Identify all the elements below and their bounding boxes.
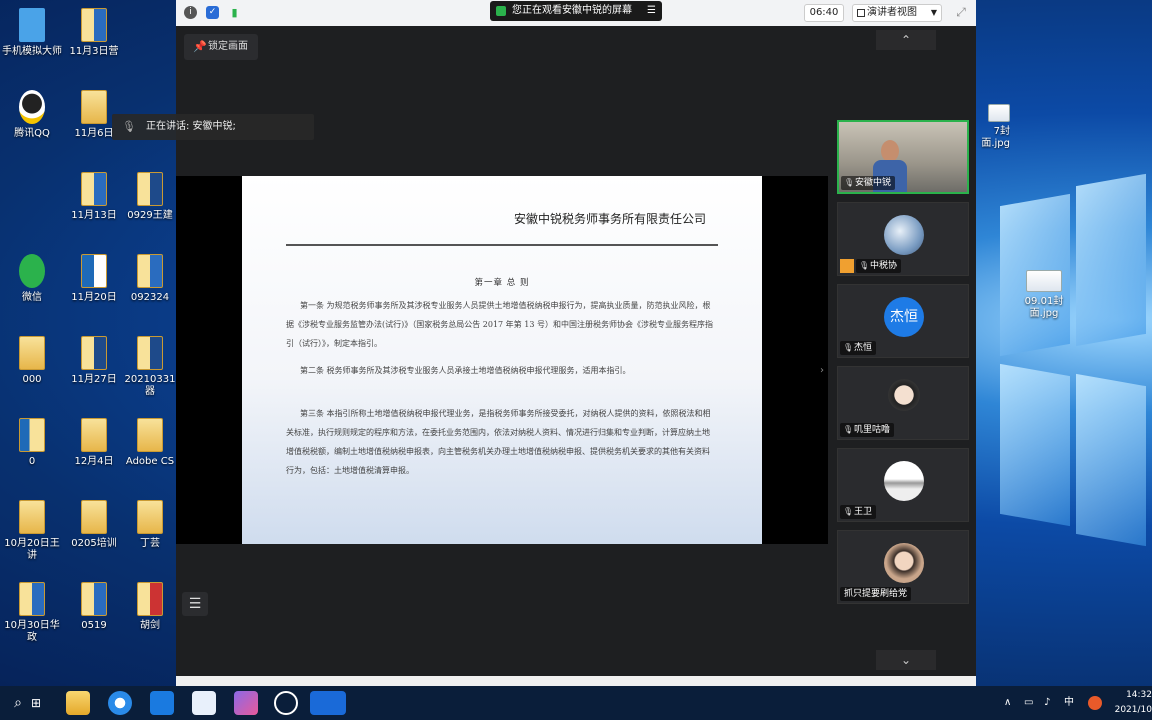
menu-icon[interactable]: ☰	[647, 1, 656, 21]
desktop-icon[interactable]: 000	[0, 336, 64, 386]
mic-icon: 🎙	[859, 261, 870, 270]
avatar	[884, 215, 924, 255]
app-icon[interactable]	[274, 691, 298, 715]
desktop-icon[interactable]: Adobe CS	[124, 418, 176, 468]
browser-icon[interactable]	[108, 691, 132, 715]
desktop-icon[interactable]: 腾讯QQ	[0, 90, 64, 140]
participant-tile[interactable]: 杰恒 🎙 杰恒	[837, 284, 969, 358]
ime-indicator[interactable]: 中	[1064, 695, 1074, 711]
desktop-icon[interactable]: 09.01封面.jpg	[1014, 270, 1074, 320]
screen-share-banner[interactable]: 您正在观看安徽中锐的屏幕 ☰	[490, 1, 662, 21]
meeting-app-icon[interactable]	[310, 691, 346, 715]
fullscreen-icon[interactable]: ⤢	[954, 5, 968, 19]
info-icon[interactable]: i	[184, 6, 197, 19]
avatar	[884, 543, 924, 583]
app-icon[interactable]	[150, 691, 174, 715]
avatar	[881, 140, 899, 162]
chevron-right-icon[interactable]: ›	[820, 351, 828, 391]
desktop-icon[interactable]: 0519	[62, 582, 126, 632]
view-mode-dropdown[interactable]: 演讲者视图 ▼	[852, 4, 942, 22]
desktop-icon[interactable]: 手机模拟大师	[0, 8, 64, 58]
document-slide: 安徽中锐税务师事务所有限责任公司 第一章 总 则 第一条 为规范税务师事务所及其…	[242, 176, 762, 544]
desktop-icon[interactable]: 11月13日	[62, 172, 126, 222]
mic-icon: 🎙	[844, 178, 855, 187]
share-indicator-icon	[496, 6, 506, 16]
signal-icon[interactable]: ▮	[228, 6, 241, 19]
desktop-icon[interactable]: 胡剑	[124, 582, 176, 632]
windows-logo-pane	[1000, 363, 1070, 527]
app-icon[interactable]	[192, 691, 216, 715]
participant-label: 🎙 安徽中锐	[841, 176, 896, 190]
participant-tile[interactable]: 🎙 中税协	[837, 202, 969, 276]
desktop-icon[interactable]: 11月20日	[62, 254, 126, 304]
app-icon[interactable]	[234, 691, 258, 715]
divider	[286, 244, 718, 246]
desktop-icon[interactable]: 微信	[0, 254, 64, 304]
participant-tile[interactable]: 抓只提要刷给党	[837, 530, 969, 604]
meeting-toolbar: i ✓ ▮ 您正在观看安徽中锐的屏幕 ☰ 06:40 演讲者视图 ▼ ⤢	[176, 0, 976, 26]
paragraph: 第二条 税务师事务所及其涉税专业服务人员承接土地增值税纳税申报代理服务，适用本指…	[300, 366, 631, 375]
participant-tile[interactable]: 🎙 王卫	[837, 448, 969, 522]
shared-screen: 安徽中锐税务师事务所有限责任公司 第一章 总 则 第一条 为规范税务师事务所及其…	[176, 176, 828, 544]
volume-icon[interactable]: ♪	[1044, 695, 1050, 711]
avatar-badge-icon	[840, 259, 854, 273]
task-view-icon[interactable]: ⊞	[24, 691, 48, 715]
file-explorer-icon[interactable]	[66, 691, 90, 715]
battery-icon[interactable]: ▭	[1024, 695, 1033, 711]
desktop-icon[interactable]: 11月3日营	[62, 8, 126, 58]
mic-icon: 🎙	[843, 343, 854, 352]
desktop-icon[interactable]: 20210331 器	[124, 336, 176, 398]
participant-panel: › ⌃ 🎙 安徽中锐 🎙 中税协 杰恒 🎙 杰恒 🎙 叽里咕噜 🎙 王卫 抓只提…	[820, 26, 976, 676]
desktop-icon[interactable]: 7封面.jpg	[970, 104, 1010, 150]
grid-icon	[857, 9, 865, 17]
wechat-icon	[19, 254, 45, 288]
company-name: 安徽中锐税务师事务所有限责任公司	[513, 212, 706, 226]
participant-label: 🎙 叽里咕噜	[840, 423, 895, 437]
windows-logo-pane	[1076, 173, 1146, 347]
meeting-timer: 06:40	[804, 4, 844, 22]
desktop-icon[interactable]: 丁芸	[124, 500, 176, 550]
avatar	[884, 461, 924, 501]
paragraph: 第一条 为规范税务师事务所及其涉税专业服务人员提供土地增值税纳税申报行为，提高执…	[286, 301, 713, 348]
chevron-up-icon[interactable]: ⌃	[876, 30, 936, 50]
shield-icon[interactable]: ✓	[206, 6, 219, 19]
meeting-control-bar	[176, 676, 976, 686]
desktop-icon[interactable]: 0	[0, 418, 64, 468]
chevron-up-icon[interactable]: ∧	[1004, 695, 1011, 711]
desktop-icon[interactable]: 0929王建	[124, 172, 176, 222]
desktop-icon[interactable]: 10月20日王讲	[0, 500, 64, 562]
mic-icon: 🎙	[843, 507, 854, 516]
participant-label: 抓只提要刷给党	[840, 587, 912, 601]
paragraph: 第三条 本指引所称土地增值税纳税申报代理业务，是指税务师事务所接受委托，对纳税人…	[286, 409, 711, 475]
pin-icon: 📌	[193, 40, 207, 53]
desktop-icon[interactable]: 12月4日	[62, 418, 126, 468]
participant-tile[interactable]: 🎙 叽里咕噜	[837, 366, 969, 440]
system-clock[interactable]: 14:32 2021/10	[1110, 688, 1152, 718]
chevron-down-icon: ▼	[930, 8, 937, 17]
desktop-icon[interactable]: 11月27日	[62, 336, 126, 386]
qq-icon	[19, 90, 45, 124]
pin-view-button[interactable]: 📌 锁定画面	[184, 34, 258, 60]
list-menu-icon[interactable]: ☰	[182, 592, 208, 616]
active-speaker-indicator: 🎙 正在讲话: 安徽中锐;	[112, 114, 314, 140]
mic-icon: 🎙	[843, 425, 854, 434]
avatar: 杰恒	[884, 297, 924, 337]
taskbar: ⌕ ⊞ ∧ ▭ ♪ 中 14:32 2021/10	[0, 686, 1152, 720]
participant-label: 🎙 中税协	[856, 259, 902, 273]
participant-tile[interactable]: 🎙 安徽中锐	[837, 120, 969, 194]
desktop-icon[interactable]: 092324	[124, 254, 176, 304]
windows-logo-pane	[1076, 373, 1146, 547]
participant-label: 🎙 王卫	[840, 505, 877, 519]
avatar	[884, 379, 924, 419]
mic-icon: 🎙	[122, 120, 136, 133]
meeting-window: i ✓ ▮ 您正在观看安徽中锐的屏幕 ☰ 06:40 演讲者视图 ▼ ⤢ 📌 锁…	[112, 0, 976, 686]
sogou-icon[interactable]	[1088, 696, 1102, 710]
chapter-heading: 第一章 总 则	[474, 278, 530, 288]
chevron-down-icon[interactable]: ⌄	[876, 650, 936, 670]
participant-label: 🎙 杰恒	[840, 341, 877, 355]
desktop-icon[interactable]: 10月30日华政	[0, 582, 64, 644]
desktop-icon[interactable]: 0205培训	[62, 500, 126, 550]
